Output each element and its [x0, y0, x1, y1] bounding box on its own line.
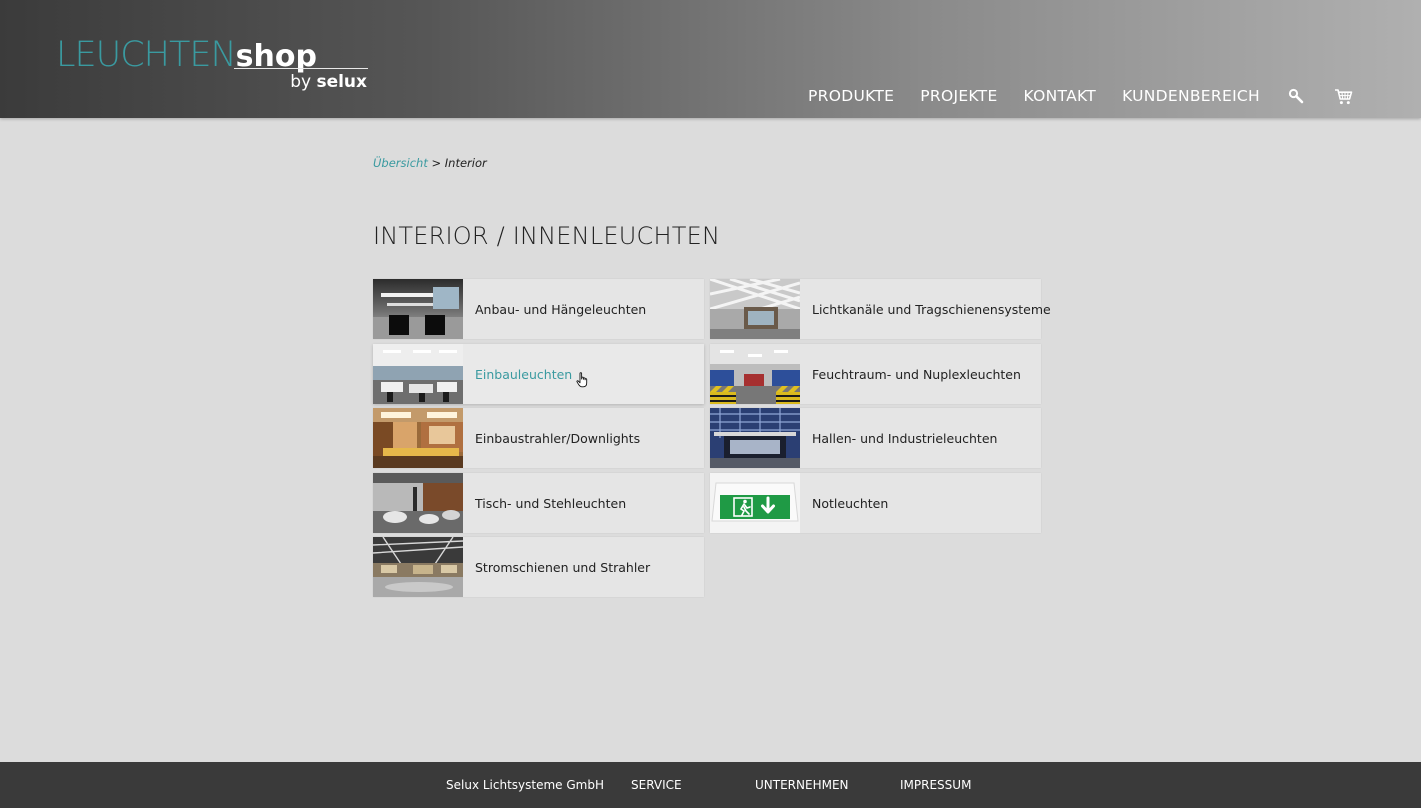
nav-kundenbereich[interactable]: KUNDENBEREICH	[1122, 87, 1260, 105]
logo-byline: by selux	[290, 71, 367, 93]
logo-brand-text: selux	[316, 72, 367, 92]
category-thumbnail	[373, 408, 463, 468]
category-lichtkanaele[interactable]: Lichtkanäle und Tragschienensysteme	[710, 279, 1051, 339]
category-thumbnail	[710, 344, 800, 404]
footer-link-selux[interactable]: Selux Lichtsysteme GmbH	[446, 778, 604, 792]
category-label: Lichtkanäle und Tragschienensysteme	[812, 301, 1051, 317]
category-feuchtraum-nuplex[interactable]: Feuchtraum- und Nuplexleuchten	[710, 344, 1041, 404]
footer-link-service[interactable]: SERVICE	[631, 778, 682, 792]
logo-leuchten-text: LEUCHTEN	[56, 35, 237, 75]
footer-link-impressum[interactable]: IMPRESSUM	[900, 778, 971, 792]
leuchtenshop-logo[interactable]: LEUCHTENshop by selux	[56, 34, 368, 96]
category-label: Feuchtraum- und Nuplexleuchten	[812, 366, 1021, 382]
hand-cursor-icon	[576, 372, 588, 388]
logo-by-text: by	[290, 72, 312, 92]
category-thumbnail	[373, 279, 463, 339]
category-label: Einbauleuchten	[475, 366, 573, 382]
category-label: Hallen- und Industrieleuchten	[812, 430, 998, 446]
main-nav: PRODUKTE PROJEKTE KONTAKT KUNDENBEREICH	[808, 84, 1381, 108]
category-label: Anbau- und Hängeleuchten	[475, 301, 647, 317]
footer-link-unternehmen[interactable]: UNTERNEHMEN	[755, 778, 849, 792]
category-thumbnail	[710, 473, 800, 533]
logo-wordmark: LEUCHTENshop	[56, 34, 317, 78]
category-label: Notleuchten	[812, 495, 889, 511]
logo-divider	[234, 68, 368, 69]
site-footer: Selux Lichtsysteme GmbH SERVICE UNTERNEH…	[0, 762, 1421, 808]
category-einbauleuchten[interactable]: Einbauleuchten	[373, 344, 704, 404]
breadcrumb-root-link[interactable]: Übersicht	[373, 156, 428, 170]
category-thumbnail	[710, 408, 800, 468]
nav-produkte[interactable]: PRODUKTE	[808, 87, 894, 105]
category-anbau-haengeleuchten[interactable]: Anbau- und Hängeleuchten	[373, 279, 704, 339]
site-header: LEUCHTENshop by selux PRODUKTE PROJEKTE …	[0, 0, 1421, 118]
breadcrumb: Übersicht > Interior	[373, 156, 487, 170]
category-label: Tisch- und Stehleuchten	[475, 495, 627, 511]
search-icon[interactable]	[1288, 88, 1304, 104]
category-thumbnail	[710, 279, 800, 339]
category-einbaustrahler-downlights[interactable]: Einbaustrahler/Downlights	[373, 408, 704, 468]
category-thumbnail	[373, 344, 463, 404]
nav-projekte[interactable]: PROJEKTE	[920, 87, 997, 105]
category-tisch-stehleuchten[interactable]: Tisch- und Stehleuchten	[373, 473, 704, 533]
page-title: INTERIOR / INNENLEUCHTEN	[373, 222, 721, 250]
category-stromschienen-strahler[interactable]: Stromschienen und Strahler	[373, 537, 704, 597]
category-thumbnail	[373, 473, 463, 533]
category-grid: Anbau- und Hängeleuchten Lichtkanäle und…	[373, 279, 1051, 599]
cart-icon[interactable]	[1334, 88, 1353, 105]
nav-kontakt[interactable]: KONTAKT	[1024, 87, 1097, 105]
category-label: Einbaustrahler/Downlights	[475, 430, 641, 446]
breadcrumb-current: Interior	[444, 156, 487, 170]
category-hallen-industrieleuchten[interactable]: Hallen- und Industrieleuchten	[710, 408, 1041, 468]
category-label: Stromschienen und Strahler	[475, 559, 651, 575]
breadcrumb-separator: >	[431, 156, 442, 170]
category-notleuchten[interactable]: Notleuchten	[710, 473, 1041, 533]
category-thumbnail	[373, 537, 463, 597]
